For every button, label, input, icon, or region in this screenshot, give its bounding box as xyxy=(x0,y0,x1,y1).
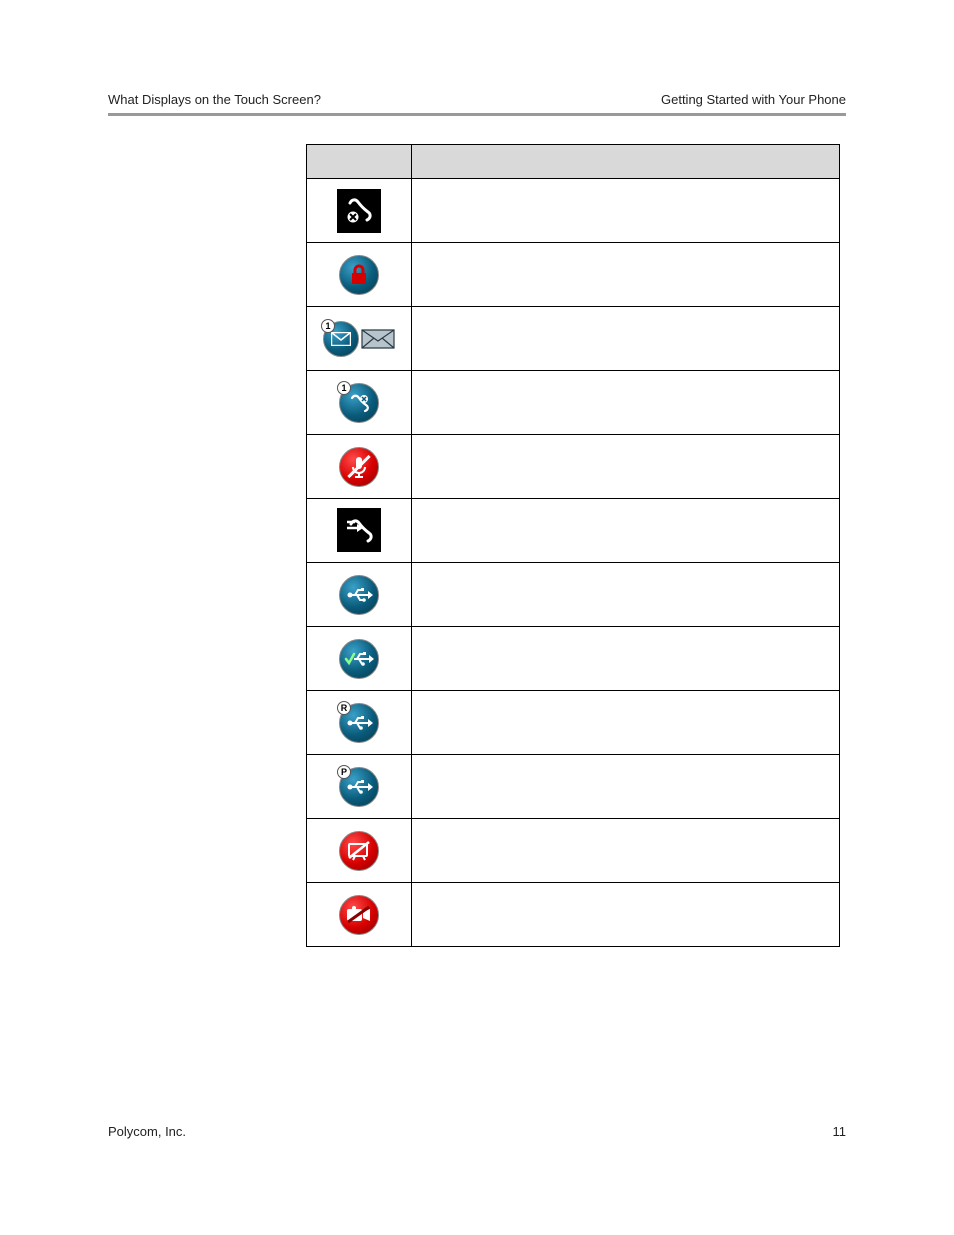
table-row: 1 xyxy=(307,307,840,371)
lock-icon xyxy=(339,255,379,295)
table-row xyxy=(307,243,840,307)
table-row xyxy=(307,627,840,691)
table-row: R xyxy=(307,691,840,755)
recording-badge: R xyxy=(337,701,351,715)
message-count-badge: 1 xyxy=(321,319,335,333)
table-row xyxy=(307,819,840,883)
table-cell-description xyxy=(412,819,840,883)
table-row xyxy=(307,179,840,243)
table-row xyxy=(307,499,840,563)
usb-check-icon xyxy=(339,639,379,679)
phone-dnd-icon xyxy=(337,189,381,233)
video-mute-icon xyxy=(339,895,379,935)
table-header-description xyxy=(412,145,840,179)
table-header-row xyxy=(307,145,840,179)
table-row xyxy=(307,563,840,627)
messages-icon: 1 xyxy=(323,321,359,357)
missed-call-icon: 1 xyxy=(339,383,379,423)
header-divider xyxy=(108,113,846,116)
usb-recording-icon: R xyxy=(339,703,379,743)
usb-icon xyxy=(339,575,379,615)
header-section-title: What Displays on the Touch Screen? xyxy=(108,92,321,107)
header-chapter-title: Getting Started with Your Phone xyxy=(661,92,846,107)
table-row: 1 xyxy=(307,371,840,435)
table-cell-description xyxy=(412,307,840,371)
envelope-flat-icon xyxy=(361,329,395,349)
call-forward-icon xyxy=(337,508,381,552)
footer-company: Polycom, Inc. xyxy=(108,1124,186,1139)
icon-reference-table: 1 xyxy=(306,144,840,947)
table-cell-description xyxy=(412,435,840,499)
footer-page-number: 11 xyxy=(833,1124,847,1139)
table-cell-description xyxy=(412,691,840,755)
table-cell-description xyxy=(412,627,840,691)
mic-mute-icon xyxy=(339,447,379,487)
table-row xyxy=(307,883,840,947)
table-row xyxy=(307,435,840,499)
missed-count-badge: 1 xyxy=(337,381,351,395)
table-cell-description xyxy=(412,243,840,307)
table-cell-description xyxy=(412,755,840,819)
table-cell-description xyxy=(412,179,840,243)
table-cell-description xyxy=(412,883,840,947)
table-cell-description xyxy=(412,371,840,435)
presentation-off-icon xyxy=(339,831,379,871)
table-cell-description xyxy=(412,499,840,563)
paused-badge: P xyxy=(337,765,351,779)
table-cell-description xyxy=(412,563,840,627)
usb-paused-icon: P xyxy=(339,767,379,807)
table-row: P xyxy=(307,755,840,819)
table-header-icon xyxy=(307,145,412,179)
